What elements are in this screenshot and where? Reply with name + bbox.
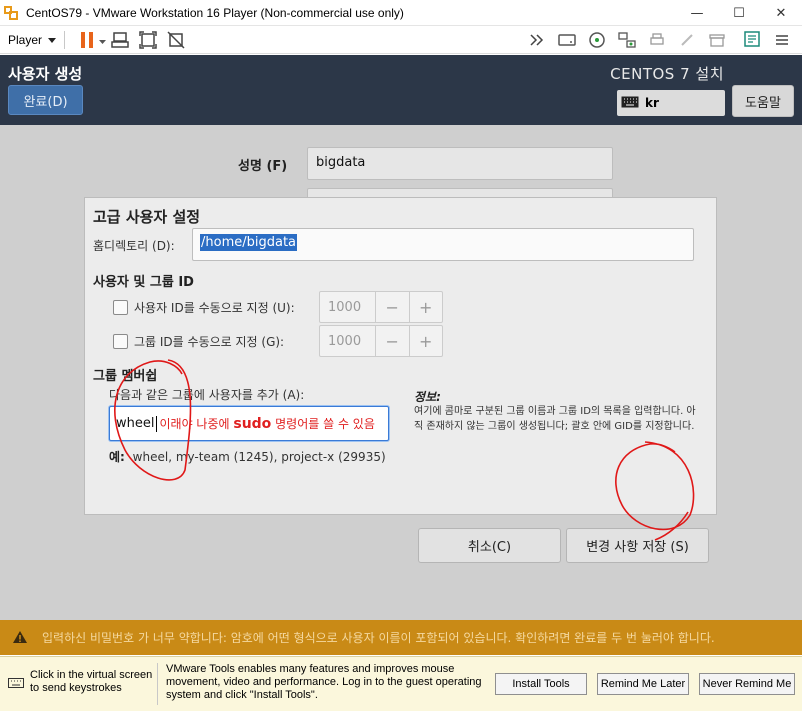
- install-tools-button[interactable]: Install Tools: [495, 673, 587, 695]
- unity-icon[interactable]: [165, 29, 187, 51]
- player-menu-label: Player: [8, 32, 43, 47]
- forward-icon[interactable]: [526, 29, 548, 51]
- uid-increment-button[interactable]: +: [410, 292, 443, 322]
- uid-checkbox-box[interactable]: [113, 299, 128, 315]
- close-button[interactable]: ✕: [760, 0, 802, 26]
- warning-icon: [12, 630, 28, 646]
- handwritten-annotation: 이래야 나중에 sudo 명령어를 쓸 수 있음: [159, 416, 375, 432]
- printer-icon[interactable]: [646, 29, 668, 51]
- uid-spinner: 1000 − +: [319, 291, 443, 323]
- send-ctrl-alt-del-icon[interactable]: [109, 29, 131, 51]
- keyboard-icon: [621, 96, 639, 111]
- keyboard-layout-label: kr: [645, 96, 659, 110]
- home-directory-value: /home/bigdata: [200, 234, 298, 251]
- player-menu[interactable]: Player: [8, 32, 57, 47]
- gid-value[interactable]: 1000: [320, 326, 376, 356]
- fullname-input[interactable]: bigdata: [307, 147, 613, 180]
- pause-icon[interactable]: [76, 29, 98, 51]
- keystroke-hint: Click in the virtual screen to send keys…: [30, 669, 153, 694]
- groups-example: 예: wheel, my-team (1245), project-x (299…: [109, 448, 386, 465]
- group-add-label: 다음과 같은 그룹에 사용자를 추가 (A):: [109, 388, 305, 402]
- gid-spinner: 1000 − +: [319, 325, 443, 357]
- info-text: 여기에 콤마로 구분된 그룹 이름과 그룹 ID의 목록을 입력합니다. 아직 …: [414, 406, 696, 432]
- maximize-button[interactable]: ☐: [718, 0, 760, 26]
- save-changes-button[interactable]: 변경 사항 저장 (S): [566, 528, 709, 563]
- install-title: CENTOS 7 설치: [610, 65, 724, 83]
- vmware-logo-icon: [4, 5, 20, 21]
- uid-manual-checkbox[interactable]: 사용자 ID를 수동으로 지정 (U):: [113, 291, 295, 323]
- message-log-icon[interactable]: [741, 29, 763, 51]
- vmware-tools-bar: Click in the virtual screen to send keys…: [0, 656, 802, 711]
- window-titlebar: CentOS79 - VMware Workstation 16 Player …: [0, 0, 802, 26]
- keyboard-layout-indicator[interactable]: kr: [617, 90, 725, 116]
- gid-checkbox-label: 그룹 ID를 수동으로 지정 (G):: [134, 334, 285, 349]
- info-heading: 정보:: [414, 390, 441, 404]
- page-title: 사용자 생성: [8, 65, 83, 83]
- gid-increment-button[interactable]: +: [410, 326, 443, 356]
- example-text: wheel, my-team (1245), project-x (29935): [132, 450, 386, 464]
- uid-decrement-button[interactable]: −: [376, 292, 410, 322]
- dialog-title: 고급 사용자 설정: [93, 208, 201, 226]
- tools-message: VMware Tools enables many features and i…: [166, 663, 482, 701]
- guest-screen[interactable]: 사용자 생성 완료(D) CENTOS 7 설치 kr 도움말 성명 (F) b…: [0, 55, 802, 655]
- menu-icon[interactable]: [771, 29, 793, 51]
- network-icon[interactable]: [616, 29, 638, 51]
- chevron-down-icon: [48, 33, 57, 47]
- vmware-toolbar: Player: [0, 26, 802, 54]
- fullname-label: 성명 (F): [238, 159, 288, 174]
- cancel-button[interactable]: 취소(C): [418, 528, 561, 563]
- groups-value: wheel: [116, 416, 155, 431]
- tools-divider: [157, 663, 158, 705]
- uid-checkbox-label: 사용자 ID를 수동으로 지정 (U):: [134, 300, 295, 315]
- minimize-button[interactable]: —: [676, 0, 718, 26]
- never-remind-button[interactable]: Never Remind Me: [699, 673, 795, 695]
- keyboard-icon: [8, 675, 24, 689]
- home-directory-input[interactable]: /home/bigdata: [192, 228, 694, 261]
- text-caret: [156, 415, 158, 432]
- gid-manual-checkbox[interactable]: 그룹 ID를 수동으로 지정 (G):: [113, 325, 284, 357]
- help-button[interactable]: 도움말: [732, 85, 794, 117]
- cd-icon[interactable]: [586, 29, 608, 51]
- uid-value[interactable]: 1000: [320, 292, 376, 322]
- pause-dropdown-icon[interactable]: [99, 30, 107, 49]
- password-warning-bar: 입력하신 비밀번호 가 너무 약합니다: 암호에 어떤 형식으로 사용자 이름이…: [0, 620, 802, 655]
- user-group-id-heading: 사용자 및 그룹 ID: [93, 275, 194, 290]
- groups-input[interactable]: wheel 이래야 나중에 sudo 명령어를 쓸 수 있음: [109, 406, 389, 441]
- fit-guest-icon[interactable]: [137, 29, 159, 51]
- remind-later-button[interactable]: Remind Me Later: [597, 673, 689, 695]
- gid-decrement-button[interactable]: −: [376, 326, 410, 356]
- group-membership-heading: 그룹 멤버쉽: [93, 369, 158, 384]
- example-label: 예:: [109, 450, 125, 464]
- done-button[interactable]: 완료(D): [8, 85, 83, 115]
- toolbar-divider: [64, 30, 66, 49]
- hdd-icon[interactable]: [556, 29, 578, 51]
- home-directory-label: 홈디렉토리 (D):: [93, 239, 175, 253]
- warning-text: 입력하신 비밀번호 가 너무 약합니다: 암호에 어떤 형식으로 사용자 이름이…: [42, 631, 715, 645]
- window-title: CentOS79 - VMware Workstation 16 Player …: [26, 5, 404, 20]
- gid-checkbox-box[interactable]: [113, 333, 128, 349]
- anaconda-header: 사용자 생성 완료(D) CENTOS 7 설치 kr 도움말: [0, 55, 802, 125]
- advanced-user-dialog: 고급 사용자 설정 홈디렉토리 (D): /home/bigdata 사용자 및…: [84, 197, 717, 563]
- usb-icon[interactable]: [676, 29, 698, 51]
- sound-icon[interactable]: [706, 29, 728, 51]
